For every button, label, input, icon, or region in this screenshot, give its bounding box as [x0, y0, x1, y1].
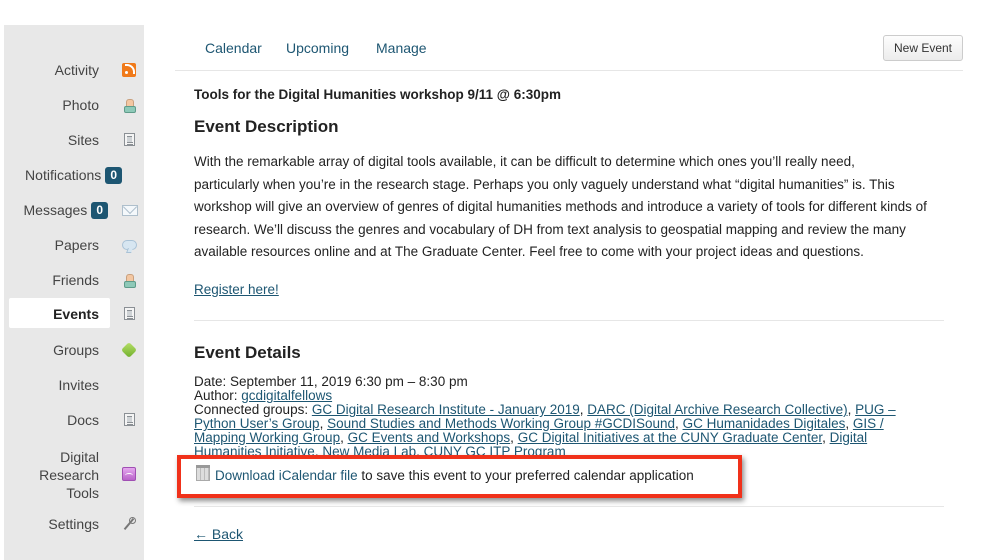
ical-download-row: Download iCalendar file to save this eve… — [196, 465, 694, 483]
description-line: particularly when you’re in the research… — [194, 176, 895, 192]
sidebar-item-label: Docs — [67, 412, 99, 428]
event-description-heading: Event Description — [194, 117, 339, 136]
new-event-button[interactable]: New Event — [883, 35, 963, 61]
date-label: Date: — [194, 374, 227, 389]
sidebar-item-label: Messages 0 — [23, 201, 108, 219]
description-line: available resources online and at The Gr… — [194, 244, 864, 260]
description-line: workshop will give an overview of genres… — [194, 199, 927, 215]
event-details-heading: Event Details — [194, 343, 301, 362]
event-title: Tools for the Digital Humanities worksho… — [194, 87, 561, 102]
sidebar: Activity Photo Sites Notifications 0 Mess… — [4, 25, 144, 560]
group-link[interactable]: GC Digital Research Institute - January … — [312, 402, 580, 417]
ical-description: to save this event to your preferred cal… — [357, 468, 694, 483]
event-author: Author: gcdigitalfellows — [194, 389, 934, 403]
sidebar-item-label: Settings — [48, 516, 99, 532]
group-link[interactable]: GC Events and Workshops — [348, 430, 511, 445]
messages-count-badge: 0 — [91, 202, 108, 219]
speech-bubble-icon — [122, 240, 137, 250]
messages-label: Messages — [23, 202, 88, 218]
author-label: Author: — [194, 388, 238, 403]
mail-icon — [122, 205, 138, 216]
divider — [194, 506, 944, 507]
group-link[interactable]: GC Digital Initiatives at the CUNY Gradu… — [518, 430, 822, 445]
group-link[interactable]: GC Humanidades Digitales — [683, 416, 846, 431]
person-icon — [122, 273, 136, 288]
label-line: Digital — [60, 449, 99, 465]
sidebar-item-label: Groups — [53, 342, 99, 358]
rss-icon — [122, 63, 136, 77]
group-link[interactable]: Python User’s Group — [194, 416, 320, 431]
sidebar-item-label: Friends — [52, 272, 99, 288]
sidebar-item-label: Sites — [67, 132, 99, 148]
event-description: With the remarkable array of digital too… — [194, 151, 954, 264]
author-link[interactable]: gcdigitalfellows — [241, 388, 332, 403]
document-icon — [124, 133, 135, 146]
divider — [175, 70, 963, 71]
notifications-count-badge: 0 — [105, 167, 122, 184]
tab-upcoming[interactable]: Upcoming — [286, 40, 349, 57]
notifications-label: Notifications — [25, 167, 102, 183]
back-link[interactable]: ← Back — [194, 526, 243, 542]
download-icalendar-link[interactable]: Download iCalendar file — [215, 468, 358, 483]
calendar-icon — [196, 465, 210, 481]
register-link[interactable]: Register here! — [194, 282, 279, 297]
tab-manage[interactable]: Manage — [376, 40, 427, 57]
sidebar-item-label: Events — [53, 306, 99, 322]
wrench-icon — [122, 517, 136, 531]
document-icon — [124, 413, 135, 426]
person-icon — [122, 98, 136, 113]
cube-icon — [121, 342, 137, 358]
date-value: September 11, 2019 6:30 pm – 8:30 pm — [230, 374, 468, 389]
document-icon — [124, 307, 135, 320]
group-link[interactable]: PUG – — [855, 402, 896, 417]
divider — [194, 320, 944, 321]
description-line: With the remarkable array of digital too… — [194, 154, 855, 169]
tab-calendar[interactable]: Calendar — [205, 40, 262, 57]
description-line: research. We’ll discuss the genres and v… — [194, 221, 906, 237]
sidebar-item-label: Activity — [54, 62, 99, 78]
label-line: Tools — [66, 485, 99, 501]
group-link[interactable]: DARC (Digital Archive Research Collectiv… — [587, 402, 847, 417]
sidebar-item-label: Papers — [54, 237, 99, 253]
label-line: Research — [39, 467, 99, 483]
event-date: Date: September 11, 2019 6:30 pm – 8:30 … — [194, 375, 934, 389]
groups-label: Connected groups: — [194, 402, 309, 417]
group-link[interactable]: Digital — [830, 430, 868, 445]
sidebar-item-label: Notifications 0 — [25, 166, 122, 184]
group-link[interactable]: GIS / — [853, 416, 884, 431]
group-link[interactable]: Mapping Working Group — [194, 430, 340, 445]
research-tools-icon — [122, 467, 136, 481]
group-link[interactable]: Sound Studies and Methods Working Group … — [327, 416, 675, 431]
sidebar-item-label: Photo — [62, 97, 99, 113]
sidebar-item-label: Digital Research Tools — [39, 448, 99, 502]
sidebar-item-label: Invites — [58, 377, 99, 393]
